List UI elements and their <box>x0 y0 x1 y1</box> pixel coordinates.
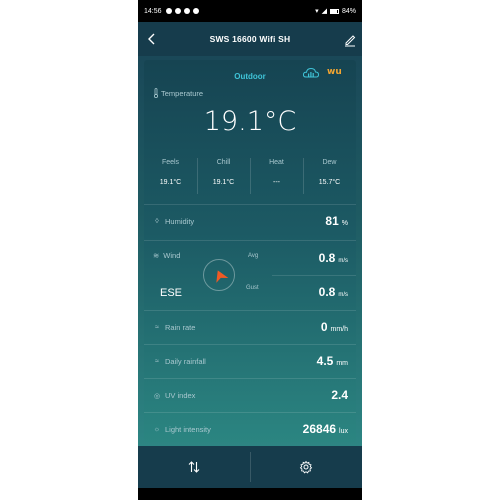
rain-rate-unit: mm/h <box>330 326 349 333</box>
sort-button[interactable] <box>138 446 250 488</box>
humidity-row: ◊ Humidity 81% <box>144 204 356 238</box>
system-icons: ▾ ◢ 84% <box>315 7 356 16</box>
dew-cell: Dew 15.7°C <box>303 154 356 204</box>
rain-rate-row: ≈ Rain rate 0 mm/h <box>144 310 356 344</box>
humidity-value-group: 81% <box>325 214 348 228</box>
feels-label: Feels <box>161 159 180 166</box>
chill-cell: Chill 19.1°C <box>197 154 250 204</box>
wunderground-logo-icon[interactable]: wu <box>327 67 342 77</box>
rain-rate-value: 0 <box>320 320 328 334</box>
daily-rainfall-row: ≈ Daily rainfall 4.5 mm <box>144 344 356 378</box>
wind-avg-value: 0.8 <box>318 251 336 265</box>
humidity-label-text: Humidity <box>165 217 195 226</box>
wind-direction-arrow-icon <box>216 270 229 283</box>
feels-cell: Feels 19.1°C <box>144 154 197 204</box>
rain-rate-label: ≈ Rain rate <box>153 323 195 332</box>
rain-rate-value-group: 0 mm/h <box>321 320 348 334</box>
uv-index-label-text: UV index <box>165 391 196 400</box>
daily-rainfall-value: 4.5 <box>316 354 334 368</box>
light-intensity-label: ☼ Light intensity <box>153 425 211 434</box>
dew-label: Dew <box>322 159 337 166</box>
uv-icon: ◎ <box>153 392 161 400</box>
rainfall-icon: ≈ <box>155 358 159 365</box>
system-nav-bar <box>138 488 362 500</box>
wind-divider <box>272 275 356 276</box>
chevron-left-icon <box>148 33 155 45</box>
settings-button[interactable] <box>250 446 362 488</box>
wind-label: ≋ Wind <box>153 251 180 260</box>
sun-icon: ☼ <box>153 426 161 433</box>
heat-cell: Heat --- <box>250 154 303 204</box>
gear-icon <box>299 460 313 474</box>
phone-screen: 14:56 ▾ ◢ 84% SWS 16600 Wifi SH Outdoor <box>138 0 362 500</box>
humidity-unit: % <box>341 220 348 227</box>
light-intensity-value-group: 26846 lux <box>303 422 348 436</box>
wind-label-text: Wind <box>163 251 181 260</box>
facebook-icon <box>183 8 190 14</box>
main-content: Outdoor wu Temperature 19.1°C Feels 19.1… <box>138 56 362 446</box>
pencil-icon <box>345 35 356 47</box>
thermometer-icon <box>154 88 158 98</box>
humidity-label: ◊ Humidity <box>153 217 194 226</box>
chill-value: 19.1°C <box>212 179 235 186</box>
wind-avg-group: 0.8 m/s <box>319 251 348 265</box>
outdoor-card: Outdoor wu Temperature 19.1°C Feels 19.1… <box>144 60 356 442</box>
temperature-label-text: Temperature <box>161 88 204 98</box>
signal-icon: ◢ <box>321 8 327 15</box>
daily-rainfall-label-text: Daily rainfall <box>165 357 206 366</box>
humidity-value: 81 <box>325 214 339 228</box>
back-button[interactable] <box>144 30 160 48</box>
daily-rainfall-unit: mm <box>336 360 348 367</box>
wind-gust-unit: m/s <box>338 292 348 298</box>
wifi-icon: ▾ <box>315 8 319 15</box>
app-bar: SWS 16600 Wifi SH <box>138 22 362 56</box>
status-time: 14:56 <box>144 7 162 15</box>
facebook-icon <box>174 8 181 14</box>
section-title: Outdoor <box>234 72 266 81</box>
temperature-details: Feels 19.1°C Chill 19.1°C Heat --- Dew 1… <box>144 154 356 204</box>
uv-index-value-group: 2.4 <box>331 388 348 402</box>
light-intensity-value: 26846 <box>302 422 337 436</box>
light-intensity-row: ☼ Light intensity 26846 lux <box>144 412 356 442</box>
wind-avg-label: Avg <box>248 253 259 259</box>
uv-index-label: ◎ UV index <box>153 391 196 400</box>
uv-index-row: ◎ UV index 2.4 <box>144 378 356 412</box>
daily-rainfall-value-group: 4.5 mm <box>317 354 348 368</box>
wind-gust-group: 0.8 m/s <box>319 285 348 299</box>
wind-compass <box>203 259 235 291</box>
rain-icon: ≈ <box>155 324 159 331</box>
uv-index-value: 2.4 <box>331 388 348 402</box>
page-title: SWS 16600 Wifi SH <box>209 34 291 44</box>
rain-rate-label-text: Rain rate <box>165 323 196 332</box>
battery-icon <box>329 8 339 14</box>
light-intensity-unit: lux <box>339 428 348 435</box>
feels-value: 19.1°C <box>159 179 182 186</box>
wind-gust-label: Gust <box>246 285 259 291</box>
status-bar: 14:56 ▾ ◢ 84% <box>138 0 362 22</box>
bottom-toolbar <box>138 446 362 488</box>
youtube-icon <box>192 8 199 14</box>
wind-row: ≋ Wind ESE Avg Gust 0.8 m/s 0.8 m/s <box>144 240 356 310</box>
heat-value: --- <box>273 179 280 186</box>
wind-gust-value: 0.8 <box>318 285 336 299</box>
light-intensity-label-text: Light intensity <box>165 425 211 434</box>
temperature-label: Temperature <box>153 88 203 98</box>
battery-level: 84% <box>341 7 356 15</box>
dew-value: 15.7°C <box>318 179 341 186</box>
edit-button[interactable] <box>342 30 358 48</box>
wind-icon: ≋ <box>153 251 160 260</box>
temperature-value: 19.1°C <box>203 106 297 137</box>
cloud-logo-icon[interactable] <box>302 66 320 80</box>
sort-icon <box>188 461 200 473</box>
wind-avg-unit: m/s <box>338 258 348 264</box>
droplet-icon: ◊ <box>155 218 159 225</box>
heat-label: Heat <box>269 159 284 166</box>
chill-label: Chill <box>216 159 231 166</box>
notification-icon <box>165 8 172 14</box>
wind-direction: ESE <box>160 287 183 299</box>
notification-icons <box>165 8 199 14</box>
daily-rainfall-label: ≈ Daily rainfall <box>153 357 206 366</box>
